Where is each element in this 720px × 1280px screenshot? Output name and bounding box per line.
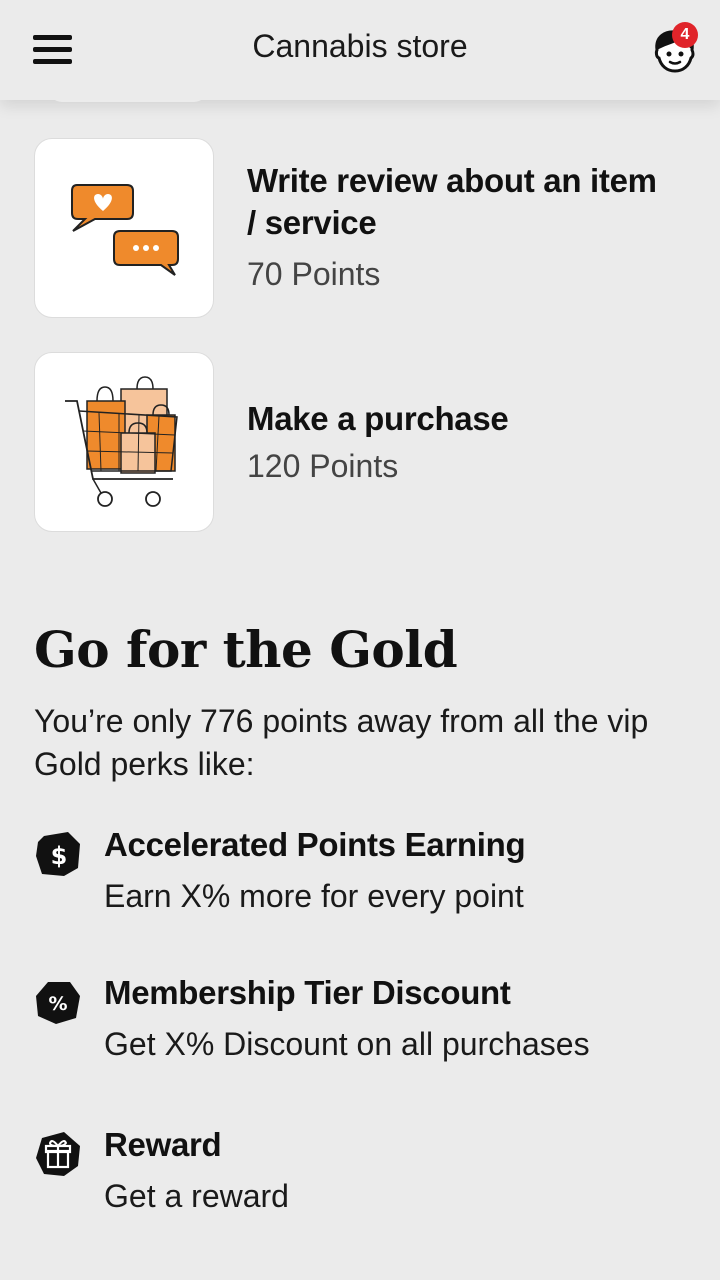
perk-description: Get X% Discount on all purchases bbox=[104, 1026, 590, 1062]
task-points: 120 Points bbox=[247, 448, 399, 484]
dollar-icon: $ bbox=[34, 830, 82, 878]
shopping-cart-bags-icon bbox=[34, 352, 214, 532]
perk-description: Get a reward bbox=[104, 1178, 289, 1214]
percent-icon: % bbox=[34, 978, 82, 1026]
perk-description: Earn X% more for every point bbox=[104, 878, 524, 914]
notification-badge: 4 bbox=[672, 22, 698, 48]
perk-item: Reward Get a reward bbox=[34, 1126, 684, 1236]
task-name: Make a purchase bbox=[247, 400, 509, 437]
task-points: 70 Points bbox=[247, 256, 381, 292]
svg-text:%: % bbox=[48, 993, 67, 1015]
perk-title: Membership Tier Discount bbox=[104, 974, 511, 1011]
perk-title: Accelerated Points Earning bbox=[104, 826, 526, 863]
task-make-purchase[interactable]: Make a purchase 120 Points bbox=[34, 352, 684, 532]
app-header: Cannabis store 4 bbox=[0, 0, 720, 100]
perk-item: % Membership Tier Discount Get X% Discou… bbox=[34, 974, 684, 1084]
task-write-review[interactable]: Write review about an item / service 70 … bbox=[34, 138, 684, 318]
perk-item: $ Accelerated Points Earning Earn X% mor… bbox=[34, 826, 684, 936]
gift-icon bbox=[34, 1130, 82, 1178]
perk-title: Reward bbox=[104, 1126, 222, 1163]
store-title: Cannabis store bbox=[252, 28, 468, 64]
gold-section-title: Go for the Gold bbox=[34, 620, 458, 679]
gold-section-description: You’re only 776 points away from all the… bbox=[34, 703, 649, 782]
task-name: Write review about an item / service bbox=[247, 162, 657, 241]
svg-text:$: $ bbox=[51, 842, 68, 870]
chat-bubbles-heart-icon bbox=[34, 138, 214, 318]
